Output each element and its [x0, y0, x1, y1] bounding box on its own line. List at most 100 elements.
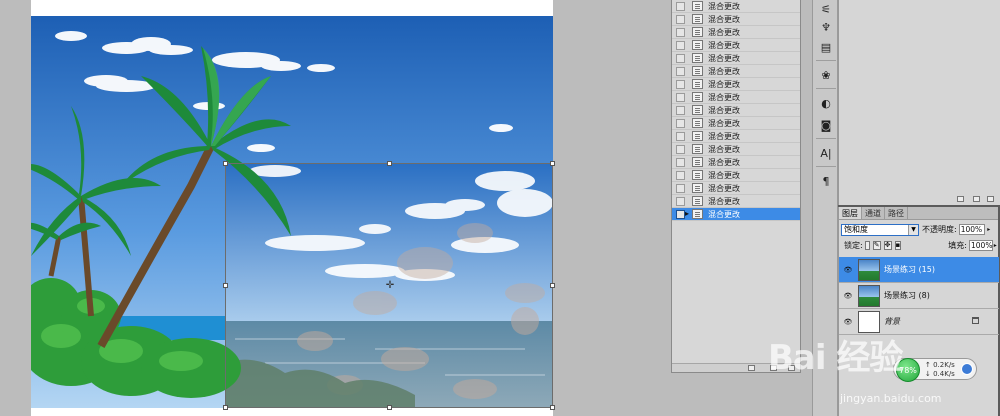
tool-presets-icon[interactable]: ▤: [817, 40, 835, 56]
visibility-eye-icon[interactable]: 👁: [842, 291, 854, 301]
layer-thumbnail[interactable]: [858, 284, 880, 307]
duplicate-icon[interactable]: [973, 196, 980, 202]
blend-change-icon: [692, 131, 703, 141]
history-source-checkbox[interactable]: [676, 183, 685, 193]
transform-handle-left[interactable]: [223, 283, 228, 288]
transform-handle-bottom-left[interactable]: [223, 405, 228, 410]
history-source-checkbox[interactable]: [676, 79, 685, 89]
history-state-row[interactable]: 混合更改: [672, 143, 800, 156]
transform-handle-bottom[interactable]: [387, 405, 392, 410]
history-state-row[interactable]: 混合更改: [672, 52, 800, 65]
history-state-row[interactable]: 混合更改: [672, 65, 800, 78]
photoshop-workspace: ✛ 混合更改 混合更改 混合更改 混合更改 混合更改 混合更改 混合更改 混合更改 混合更改 混合…: [0, 0, 1000, 416]
adjustments-icon[interactable]: ◐: [817, 96, 835, 112]
history-source-checkbox[interactable]: [676, 118, 685, 128]
masks-icon[interactable]: ◙: [817, 118, 835, 134]
lock-all-icon[interactable]: ▪: [894, 241, 902, 250]
history-source-checkbox[interactable]: [676, 170, 685, 180]
opacity-arrow-icon[interactable]: ▸: [985, 224, 993, 235]
new-document-from-state-icon[interactable]: [748, 365, 755, 371]
clone-source-icon[interactable]: ♆: [817, 20, 835, 36]
layer-name[interactable]: 场景练习 (15): [884, 264, 935, 275]
history-state-row[interactable]: 混合更改: [672, 104, 800, 117]
network-speed-widget[interactable]: 78% ↑ 0.2K/s ↓ 0.4K/s: [893, 358, 977, 382]
history-source-checkbox[interactable]: [676, 53, 685, 63]
history-state-row[interactable]: 混合更改: [672, 169, 800, 182]
visibility-eye-icon[interactable]: 👁: [842, 317, 854, 327]
blend-mode-value: 饱和度: [844, 224, 868, 234]
transform-handle-top-left[interactable]: [223, 161, 228, 166]
chevron-down-icon[interactable]: ▼: [908, 224, 918, 235]
history-source-checkbox[interactable]: [676, 144, 685, 154]
history-source-checkbox[interactable]: [676, 105, 685, 115]
history-state-row[interactable]: 混合更改: [672, 26, 800, 39]
tab-paths[interactable]: 路径: [885, 207, 908, 219]
opacity-label: 不透明度:: [922, 225, 957, 234]
blend-change-icon: [692, 53, 703, 63]
blend-change-icon: [692, 66, 703, 76]
transform-handle-top-right[interactable]: [550, 161, 555, 166]
history-pointer-icon[interactable]: ▸: [685, 208, 689, 220]
layer-name[interactable]: 场景练习 (8): [884, 290, 930, 301]
history-state-row[interactable]: 混合更改: [672, 78, 800, 91]
transform-bounding-box[interactable]: ✛: [223, 161, 555, 410]
transform-handle-bottom-right[interactable]: [550, 405, 555, 410]
trash-icon[interactable]: [987, 196, 994, 202]
history-state-row[interactable]: 混合更改: [672, 117, 800, 130]
history-source-checkbox[interactable]: [676, 40, 685, 50]
tab-layers[interactable]: 图层: [839, 207, 862, 219]
brush-presets-icon[interactable]: ⚟: [817, 2, 835, 18]
lock-position-icon[interactable]: ✥: [883, 241, 892, 250]
lock-pixels-icon[interactable]: ✎: [872, 241, 881, 250]
history-state-row[interactable]: 混合更改: [672, 182, 800, 195]
history-source-checkbox[interactable]: [676, 157, 685, 167]
styles-icon[interactable]: ❀: [817, 68, 835, 84]
history-state-row[interactable]: 混合更改: [672, 0, 800, 13]
history-state-label: 混合更改: [708, 66, 740, 76]
tab-channels[interactable]: 通道: [862, 207, 885, 219]
history-source-checkbox[interactable]: [676, 27, 685, 37]
layer-thumbnail[interactable]: [858, 258, 880, 281]
lock-transparency-icon[interactable]: [864, 241, 870, 250]
history-panel: 混合更改 混合更改 混合更改 混合更改 混合更改 混合更改 混合更改 混合更改 混合更改 混合更改…: [671, 0, 801, 373]
opacity-field[interactable]: 100%: [958, 224, 985, 235]
fill-arrow-icon[interactable]: ▸: [993, 240, 997, 251]
history-source-checkbox[interactable]: [676, 209, 685, 219]
download-speed: ↓ 0.4K/s: [925, 370, 955, 378]
history-source-checkbox[interactable]: [676, 131, 685, 141]
layer-name[interactable]: 背景: [884, 316, 900, 327]
download-speed-value: 0.4K/s: [933, 370, 955, 378]
transform-handle-right[interactable]: [550, 283, 555, 288]
history-source-checkbox[interactable]: [676, 92, 685, 102]
history-state-label: 混合更改: [708, 196, 740, 206]
history-state-label: 混合更改: [708, 14, 740, 24]
history-state-row[interactable]: 混合更改: [672, 156, 800, 169]
history-state-label: 混合更改: [708, 183, 740, 193]
character-icon[interactable]: A|: [817, 146, 835, 162]
history-source-checkbox[interactable]: [676, 196, 685, 206]
history-state-row[interactable]: 混合更改: [672, 91, 800, 104]
transform-handle-top[interactable]: [387, 161, 392, 166]
history-state-row[interactable]: 混合更改: [672, 195, 800, 208]
history-source-checkbox[interactable]: [676, 14, 685, 24]
history-state-row[interactable]: 混合更改: [672, 130, 800, 143]
fill-field[interactable]: 100%: [969, 240, 994, 251]
layer-row[interactable]: 👁 场景练习 (8): [839, 283, 999, 309]
history-state-label: 混合更改: [708, 144, 740, 154]
history-state-row[interactable]: ▸ 混合更改: [672, 208, 800, 221]
lock-row: 锁定: ✎ ✥ ▪ 填充: 100% ▸: [841, 239, 997, 252]
blend-mode-select[interactable]: 饱和度 ▼: [841, 223, 919, 236]
watermark-logo: Bai 经验: [768, 338, 903, 378]
new-item-icon[interactable]: [957, 196, 964, 202]
history-source-checkbox[interactable]: [676, 1, 685, 11]
fill-label: 填充:: [948, 241, 967, 250]
history-state-row[interactable]: 混合更改: [672, 13, 800, 26]
history-state-row[interactable]: 混合更改: [672, 39, 800, 52]
blend-change-icon: [692, 79, 703, 89]
visibility-eye-icon[interactable]: 👁: [842, 265, 854, 275]
transform-center-point-icon[interactable]: ✛: [385, 281, 395, 291]
history-state-label: 混合更改: [708, 157, 740, 167]
paragraph-icon[interactable]: ¶: [817, 174, 835, 190]
history-source-checkbox[interactable]: [676, 66, 685, 76]
layer-row[interactable]: 👁 场景练习 (15): [839, 257, 999, 283]
